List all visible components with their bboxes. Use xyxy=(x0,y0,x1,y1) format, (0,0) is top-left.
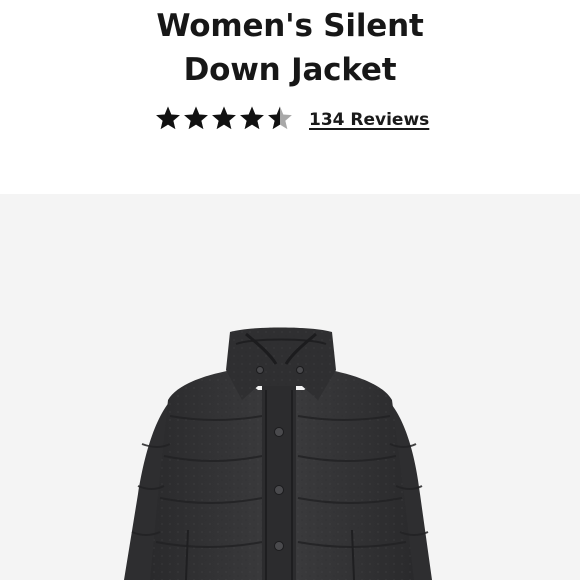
star-filled-icon xyxy=(212,106,236,130)
product-header: Women's Silent Down Jacket 134 Reviews xyxy=(0,0,580,194)
product-title-line-1: Women's Silent xyxy=(156,8,424,44)
star-rating[interactable] xyxy=(155,106,297,134)
product-title-line-2: Down Jacket xyxy=(183,52,397,88)
product-title: Women's Silent Down Jacket xyxy=(0,4,580,92)
reviews-link[interactable]: 134 Reviews xyxy=(309,109,429,131)
jacket-photo-icon xyxy=(124,327,432,580)
star-filled-icon xyxy=(156,106,180,130)
star-filled-icon xyxy=(184,106,208,130)
star-rating-graphic xyxy=(156,106,292,130)
product-image[interactable] xyxy=(0,194,580,580)
star-filled-icon xyxy=(240,106,264,130)
rating-row: 134 Reviews xyxy=(0,105,580,135)
product-page: Women's Silent Down Jacket 134 Reviews xyxy=(0,0,580,580)
